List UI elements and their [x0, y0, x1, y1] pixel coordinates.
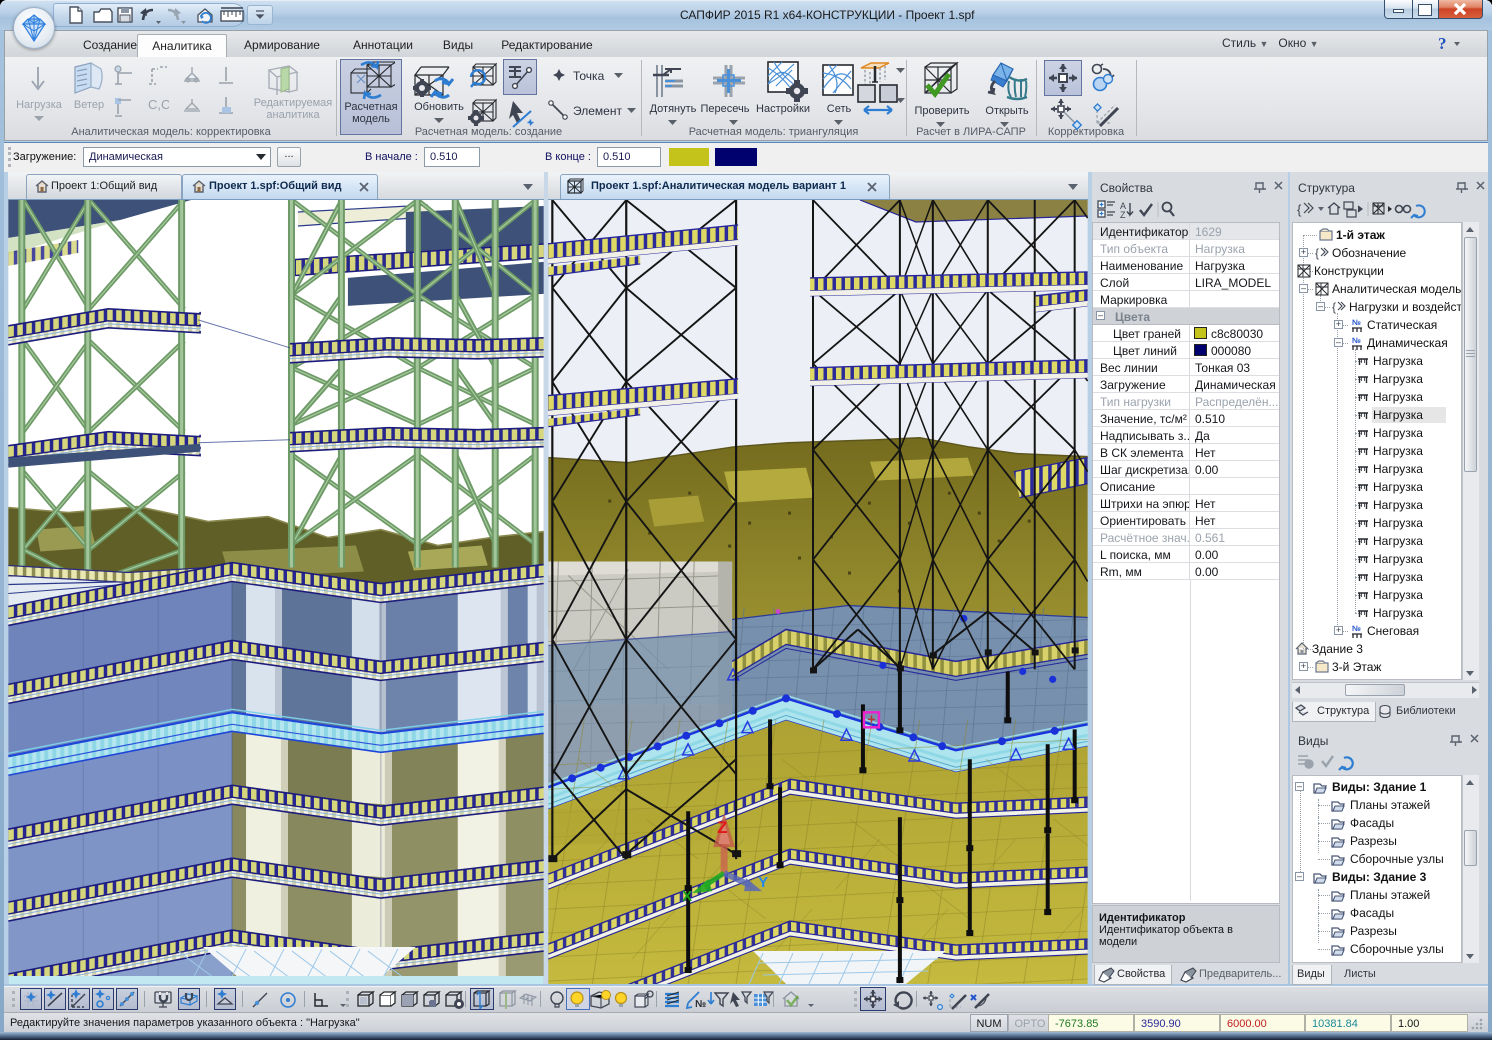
svg-text:Z: Z [1120, 210, 1126, 220]
svg-text:Z: Z [717, 818, 727, 837]
svg-text:№: № [1352, 624, 1361, 633]
svg-text:№: № [1352, 318, 1361, 327]
svg-text:{: { [1315, 246, 1319, 260]
svg-text:{: { [1297, 202, 1302, 217]
svg-text:Y: Y [758, 874, 768, 891]
svg-text:№: № [1352, 336, 1361, 345]
svg-text:X: X [682, 888, 692, 905]
svg-text:{: { [1332, 300, 1336, 314]
svg-text:C,C: C,C [148, 97, 169, 112]
svg-text:?: ? [1438, 34, 1447, 53]
